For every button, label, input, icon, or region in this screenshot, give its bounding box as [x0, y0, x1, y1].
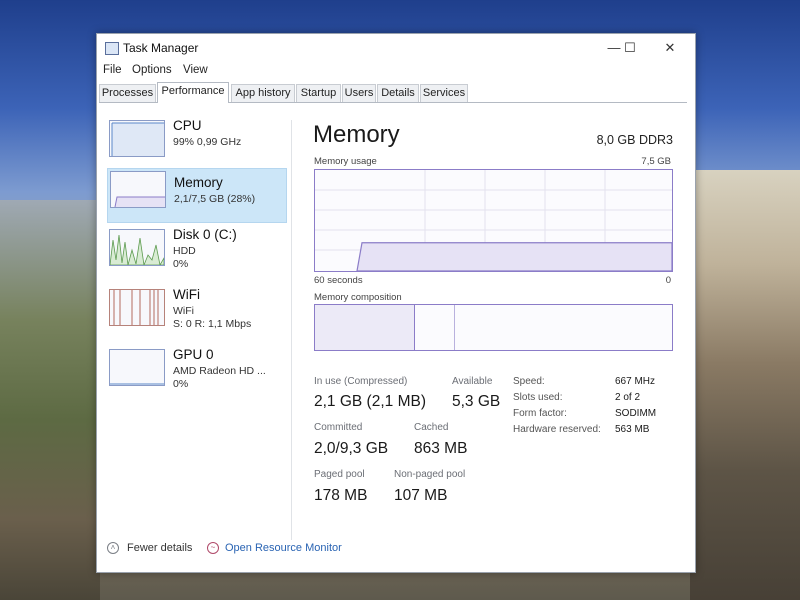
sidebar-item-cpu[interactable]: CPU 99% 0,99 GHz [107, 118, 287, 173]
form-factor-label: Form factor: [513, 408, 567, 419]
tab-users[interactable]: Users [342, 84, 376, 102]
memory-composition-bar [314, 304, 673, 351]
tab-strip: Processes Performance App history Startu… [99, 82, 687, 103]
sidebar-sub: 0% [173, 258, 189, 270]
menu-file[interactable]: File [103, 64, 122, 76]
menu-bar: File Options View [97, 62, 695, 80]
slots-label: Slots used: [513, 392, 563, 403]
usage-label: Memory usage [314, 156, 377, 167]
form-factor-value: SODIMM [615, 408, 657, 419]
sidebar-sub: 2,1/7,5 GB (28%) [174, 193, 256, 205]
wallpaper-city [690, 170, 800, 600]
open-resource-monitor-link[interactable]: Open Resource Monitor [225, 542, 342, 554]
tab-app-history[interactable]: App history [231, 84, 295, 102]
task-manager-icon [105, 42, 119, 55]
wifi-thumbnail-graph [109, 289, 165, 326]
memory-usage-graph [314, 169, 673, 272]
sidebar-sub: 0% [173, 378, 189, 390]
wallpaper-hills [0, 200, 100, 600]
sidebar-sub: AMD Radeon HD ... [173, 365, 266, 377]
speed-value: 667 MHz [615, 376, 656, 387]
sidebar-sub: S: 0 R: 1,1 Mbps [173, 318, 252, 330]
page-title: Memory [313, 121, 400, 148]
speed-label: Speed: [513, 376, 545, 387]
cached-label: Cached [414, 422, 449, 433]
usage-max: 7,5 GB [641, 156, 671, 167]
in-use-label: In use (Compressed) [314, 376, 408, 387]
tab-performance[interactable]: Performance [157, 82, 229, 103]
close-button[interactable]: ✕ [655, 38, 685, 58]
tab-services[interactable]: Services [420, 84, 468, 102]
paged-pool-value: 178 MB [314, 487, 368, 504]
tab-startup[interactable]: Startup [296, 84, 341, 102]
paged-pool-label: Paged pool [314, 469, 365, 480]
cpu-thumbnail-graph [109, 120, 165, 157]
panel-divider [291, 120, 292, 540]
sidebar-title: GPU 0 [173, 347, 214, 362]
sidebar-title: CPU [173, 118, 202, 133]
sidebar-item-gpu[interactable]: GPU 0 AMD Radeon HD ... 0% [107, 347, 287, 402]
memory-spec: 8,0 GB DDR3 [596, 133, 673, 147]
sidebar-title: Memory [174, 175, 223, 190]
tab-details[interactable]: Details [377, 84, 419, 102]
committed-label: Committed [314, 422, 363, 433]
maximize-button[interactable]: ☐ [615, 38, 645, 58]
slots-value: 2 of 2 [615, 392, 641, 403]
composition-label: Memory composition [314, 292, 402, 303]
hw-reserved-label: Hardware reserved: [513, 424, 601, 435]
sidebar-title: Disk 0 (C:) [173, 227, 237, 242]
window-title: Task Manager [123, 41, 199, 55]
sidebar-sub: HDD [173, 245, 196, 257]
nonpaged-pool-value: 107 MB [394, 487, 448, 504]
time-left-label: 60 seconds [314, 275, 363, 286]
menu-options[interactable]: Options [132, 64, 172, 76]
fewer-details-link[interactable]: Fewer details [127, 542, 192, 554]
available-label: Available [452, 376, 493, 387]
gpu-thumbnail-graph [109, 349, 165, 386]
menu-view[interactable]: View [183, 64, 208, 76]
composition-modified [454, 305, 455, 350]
cached-value: 863 MB [414, 440, 468, 457]
committed-value: 2,0/9,3 GB [314, 440, 389, 457]
hw-reserved-value: 563 MB [615, 424, 650, 435]
resource-monitor-icon: ~ [207, 542, 219, 554]
tab-processes[interactable]: Processes [99, 84, 156, 102]
title-bar[interactable]: Task Manager — ☐ ✕ [97, 34, 695, 62]
sidebar-item-disk[interactable]: Disk 0 (C:) HDD 0% [107, 227, 287, 282]
available-value: 5,3 GB [452, 393, 501, 410]
in-use-value: 2,1 GB (2,1 MB) [314, 393, 426, 410]
nonpaged-pool-label: Non-paged pool [394, 469, 466, 480]
disk-thumbnail-graph [109, 229, 165, 266]
sidebar-title: WiFi [173, 287, 200, 302]
sidebar-item-memory[interactable]: Memory 2,1/7,5 GB (28%) [107, 168, 287, 223]
resource-sidebar: CPU 99% 0,99 GHz Memory 2,1/7,5 GB (28%)… [107, 118, 287, 538]
task-manager-window: Task Manager — ☐ ✕ File Options View Pro… [96, 33, 696, 573]
footer-bar: ˄ Fewer details ~ Open Resource Monitor [97, 532, 695, 572]
sidebar-sub: WiFi [173, 305, 194, 317]
sidebar-sub: 99% 0,99 GHz [173, 136, 242, 148]
memory-thumbnail-graph [110, 171, 166, 208]
sidebar-item-wifi[interactable]: WiFi WiFi S: 0 R: 1,1 Mbps [107, 287, 287, 342]
composition-in-use [315, 305, 415, 350]
time-right-label: 0 [665, 275, 671, 286]
chevron-up-icon[interactable]: ˄ [107, 542, 119, 554]
